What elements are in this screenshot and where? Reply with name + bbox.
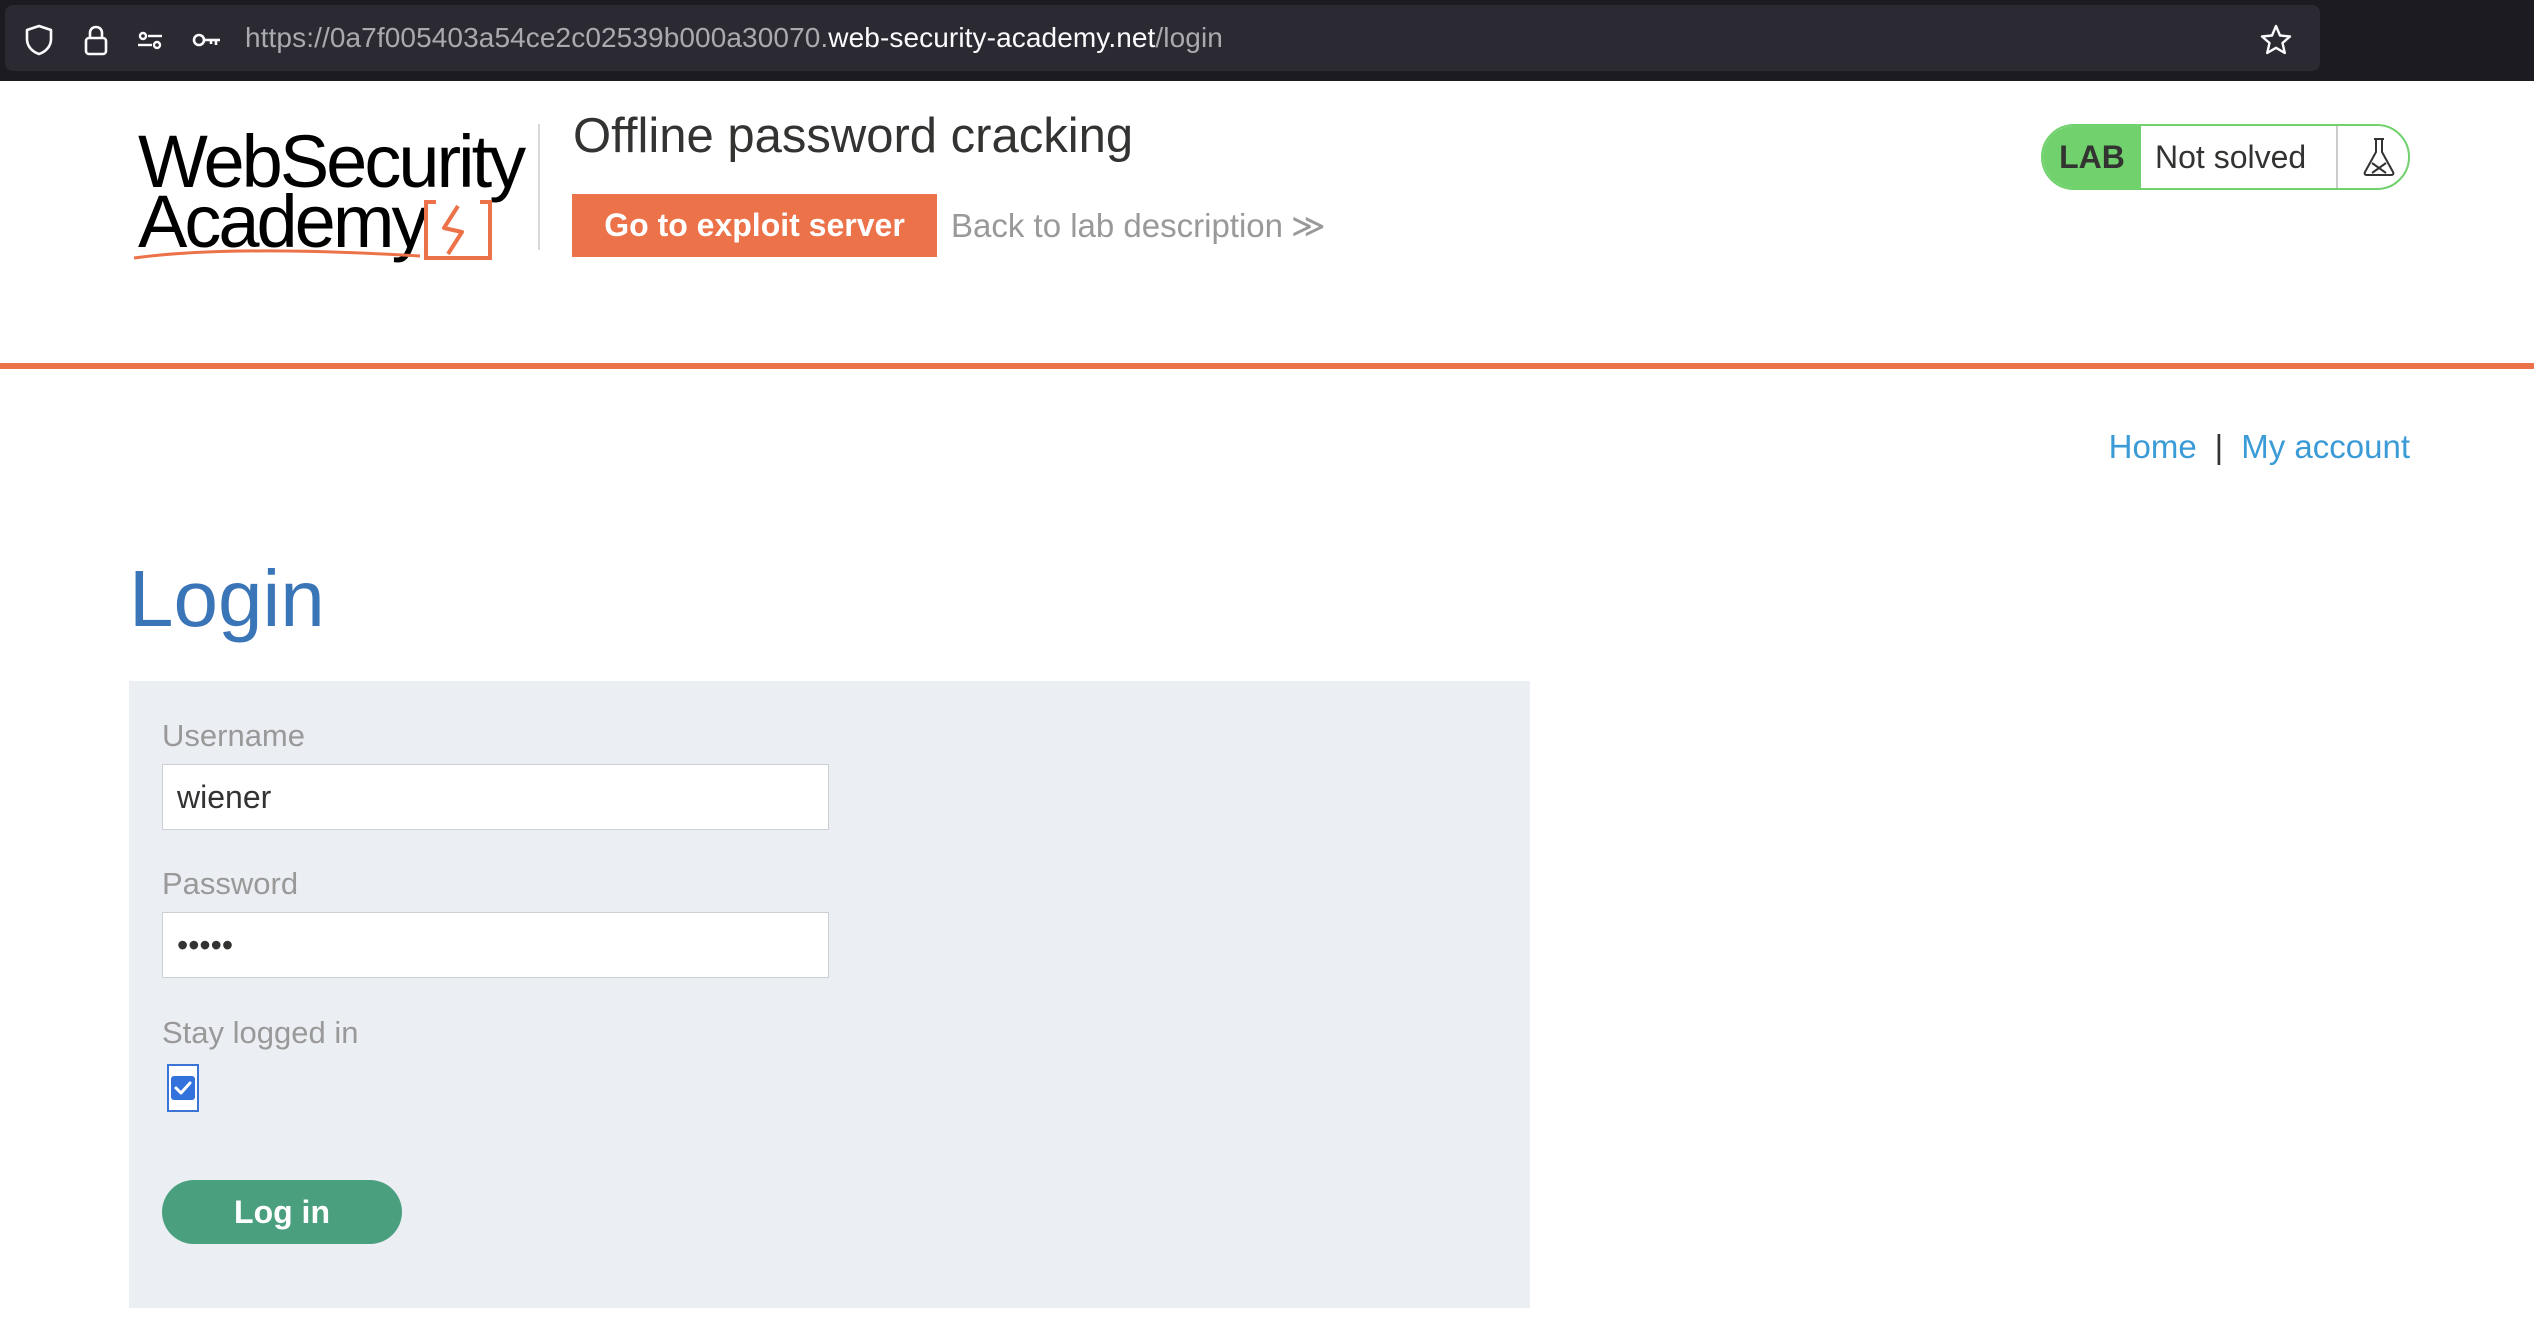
permissions-icon[interactable]	[133, 23, 167, 57]
shield-icon[interactable]	[22, 23, 56, 57]
log-in-button[interactable]: Log in	[162, 1180, 402, 1244]
stay-logged-in-label: Stay logged in	[162, 1015, 359, 1050]
top-nav: Home | My account	[2109, 428, 2410, 466]
double-chevron-right-icon: ≫	[1291, 207, 1326, 244]
flask-icon	[2363, 138, 2395, 176]
username-label: Username	[162, 718, 305, 753]
browser-toolbar: https://0a7f005403a54ce2c02539b000a30070…	[0, 0, 2534, 81]
lab-status-text: Not solved	[2155, 139, 2307, 175]
url-text[interactable]: https://0a7f005403a54ce2c02539b000a30070…	[245, 5, 1223, 71]
address-bar[interactable]: https://0a7f005403a54ce2c02539b000a30070…	[5, 5, 2320, 71]
lab-status-widget: LAB Not solved	[2041, 124, 2410, 190]
logo-lightning-mark	[133, 200, 492, 260]
username-input[interactable]	[162, 764, 829, 830]
back-to-lab-description-link[interactable]: Back to lab description ≫	[951, 206, 1326, 245]
go-to-exploit-server-button[interactable]: Go to exploit server	[572, 194, 937, 257]
checkmark-icon	[174, 1081, 192, 1095]
lab-badge: LAB	[2043, 126, 2141, 188]
url-prefix: https://0a7f005403a54ce2c02539b000a30070…	[245, 22, 829, 53]
back-link-label: Back to lab description	[951, 207, 1284, 244]
nav-separator: |	[2214, 428, 2224, 465]
page-title: Login	[129, 554, 325, 643]
password-input[interactable]	[162, 912, 829, 978]
url-domain: web-security-academy.net	[828, 22, 1156, 53]
login-form: Username Password Stay logged in Log in	[129, 681, 1530, 1308]
lock-icon[interactable]	[79, 23, 113, 57]
header-rule	[0, 363, 2534, 369]
nav-home-link[interactable]: Home	[2109, 428, 2197, 465]
header-divider	[538, 124, 540, 250]
lab-status-divider	[2336, 126, 2338, 188]
nav-my-account-link[interactable]: My account	[2241, 428, 2410, 465]
key-icon[interactable]	[189, 23, 223, 57]
checkbox-checked-indicator	[171, 1076, 195, 1100]
bookmark-star-icon[interactable]	[2259, 23, 2293, 57]
web-security-academy-logo[interactable]: WebSecurity Academy	[128, 120, 544, 270]
stay-logged-in-checkbox[interactable]	[167, 1064, 199, 1112]
url-path: /login	[1155, 22, 1223, 53]
password-label: Password	[162, 866, 299, 901]
lab-title: Offline password cracking	[573, 109, 1134, 163]
